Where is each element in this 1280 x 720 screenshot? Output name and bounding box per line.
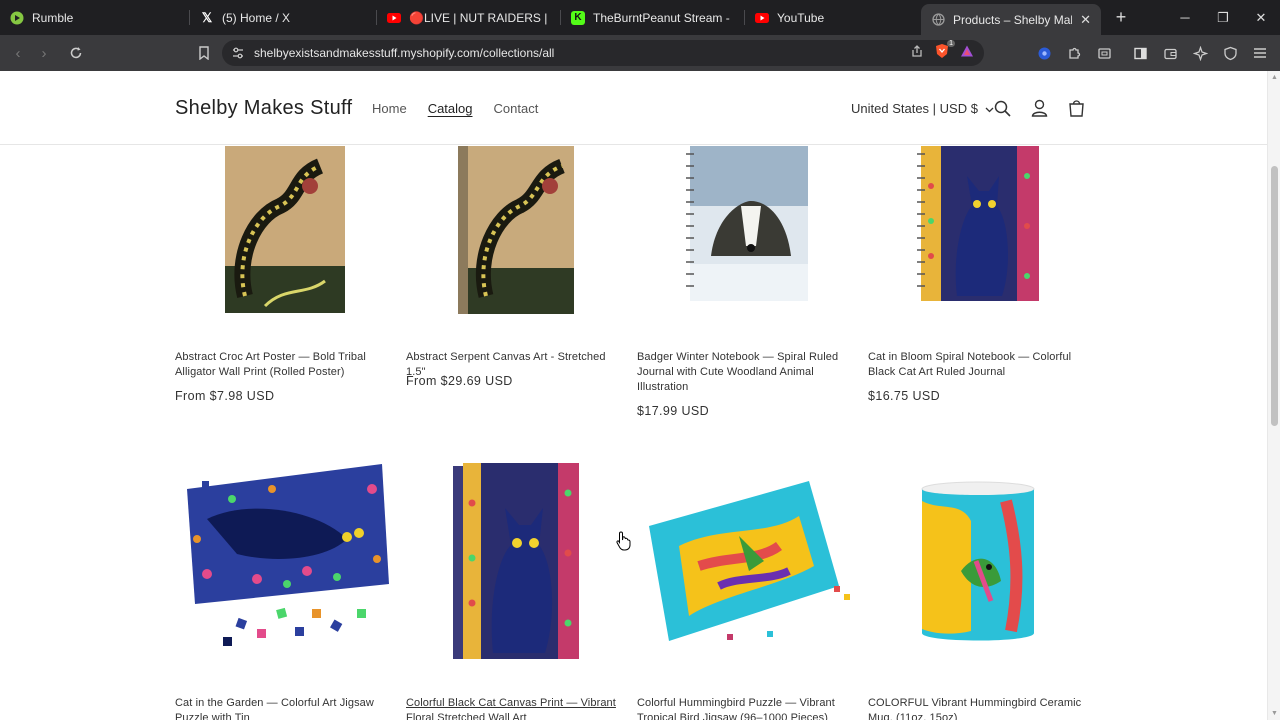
main-nav: Home Catalog Contact <box>372 101 538 116</box>
product-image-hummingbird-mug[interactable] <box>868 481 1088 643</box>
new-tab-button[interactable]: + <box>1111 7 1131 28</box>
nav-contact[interactable]: Contact <box>494 101 539 116</box>
cart-icon[interactable] <box>1067 98 1085 118</box>
product-title[interactable]: Colorful Hummingbird Puzzle — Vibrant Tr… <box>637 696 857 720</box>
rumble-icon <box>10 11 24 25</box>
share-icon[interactable] <box>910 44 924 63</box>
country-currency-selector[interactable]: United States | USD $ <box>851 101 994 116</box>
kick-icon: K <box>571 10 585 25</box>
brave-rewards-icon[interactable] <box>960 44 974 63</box>
forward-icon[interactable]: › <box>32 41 56 65</box>
restore-icon[interactable]: ❐ <box>1204 0 1242 35</box>
product-image-cat-garden-puzzle[interactable] <box>175 459 395 649</box>
close-window-icon[interactable]: ✕ <box>1242 0 1280 35</box>
minimize-icon[interactable]: ─ <box>1166 0 1204 35</box>
extension-toolbar <box>1032 35 1272 71</box>
search-icon[interactable] <box>993 98 1011 118</box>
product-image-croc-poster[interactable] <box>175 146 395 313</box>
wallet-icon[interactable] <box>1158 41 1182 65</box>
screenshot-icon[interactable] <box>1092 41 1116 65</box>
tab-x-home[interactable]: 𝕏 (5) Home / X <box>190 0 377 35</box>
vpn-shield-icon[interactable] <box>1218 41 1242 65</box>
menu-icon[interactable] <box>1248 41 1272 65</box>
account-icon[interactable] <box>1030 98 1048 118</box>
bookmark-icon[interactable] <box>192 41 216 65</box>
product-price: $16.75 USD <box>868 389 941 403</box>
leo-ai-icon[interactable] <box>1188 41 1212 65</box>
address-bar[interactable]: shelbyexistsandmakesstuff.myshopify.com/… <box>222 39 984 66</box>
product-price: From $29.69 USD <box>406 374 513 388</box>
tab-rumble[interactable]: Rumble <box>0 0 190 35</box>
tab-products-active[interactable]: Products – Shelby Makes Stuff ✕ <box>921 4 1101 35</box>
site-settings-icon[interactable] <box>231 46 245 65</box>
webpage: Shelby Makes Stuff Home Catalog Contact … <box>0 71 1267 720</box>
product-title[interactable]: Colorful Black Cat Canvas Print — Vibran… <box>406 696 626 720</box>
product-title[interactable]: Badger Winter Notebook — Spiral Ruled Jo… <box>637 350 857 395</box>
product-title[interactable]: COLORFUL Vibrant Hummingbird Ceramic Mug… <box>868 696 1088 720</box>
url-text[interactable]: shelbyexistsandmakesstuff.myshopify.com/… <box>254 46 554 60</box>
scroll-up-icon[interactable]: ▲ <box>1271 74 1278 81</box>
tab-youtube[interactable]: YouTube <box>745 0 921 35</box>
product-title[interactable]: Cat in Bloom Spiral Notebook — Colorful … <box>868 350 1088 380</box>
product-price: $17.99 USD <box>637 404 710 418</box>
store-logo-text[interactable]: Shelby Makes Stuff <box>175 97 352 120</box>
product-title[interactable]: Abstract Croc Art Poster — Bold Tribal A… <box>175 350 395 380</box>
tab-live-stream[interactable]: 🔴LIVE | NUT RAIDERS | NEW YE <box>377 0 561 35</box>
product-price: From $7.98 USD <box>175 389 275 403</box>
youtube-icon <box>387 11 401 25</box>
x-icon: 𝕏 <box>201 9 213 25</box>
reload-icon[interactable] <box>64 41 88 65</box>
extensions-puzzle-icon[interactable] <box>1062 41 1086 65</box>
brave-shields-icon[interactable]: 1 <box>934 39 955 64</box>
product-image-hummingbird-puzzle[interactable] <box>637 476 857 648</box>
product-image-cat-notebook[interactable] <box>868 146 1088 303</box>
browser-tab-strip: Rumble 𝕏 (5) Home / X 🔴LIVE | NUT RAIDER… <box>0 0 1280 35</box>
back-icon[interactable]: ‹ <box>6 41 30 65</box>
product-title[interactable]: Cat in the Garden — Colorful Art Jigsaw … <box>175 696 395 720</box>
hand-pointer-cursor-icon <box>616 531 632 556</box>
scrollbar-thumb[interactable] <box>1271 166 1278 426</box>
product-image-serpent-canvas[interactable] <box>406 146 626 314</box>
youtube-icon <box>755 11 769 25</box>
nav-catalog[interactable]: Catalog <box>428 101 473 116</box>
product-image-cat-canvas[interactable] <box>406 463 626 659</box>
tab-kick-stream[interactable]: K TheBurntPeanut Stream - Watch <box>561 0 745 35</box>
page-scrollbar[interactable]: ▲ ▼ <box>1267 71 1280 720</box>
sidebar-toggle-icon[interactable] <box>1128 41 1152 65</box>
globe-icon <box>931 13 945 27</box>
currency-label: United States | USD $ <box>851 101 978 116</box>
store-header: Shelby Makes Stuff Home Catalog Contact … <box>0 71 1267 145</box>
close-tab-icon[interactable]: ✕ <box>1072 12 1091 28</box>
window-controls: ─ ❐ ✕ <box>1166 0 1280 35</box>
product-image-badger-notebook[interactable] <box>637 146 857 303</box>
scroll-down-icon[interactable]: ▼ <box>1271 710 1278 717</box>
translate-extension-icon[interactable] <box>1032 41 1056 65</box>
nav-home[interactable]: Home <box>372 101 407 116</box>
